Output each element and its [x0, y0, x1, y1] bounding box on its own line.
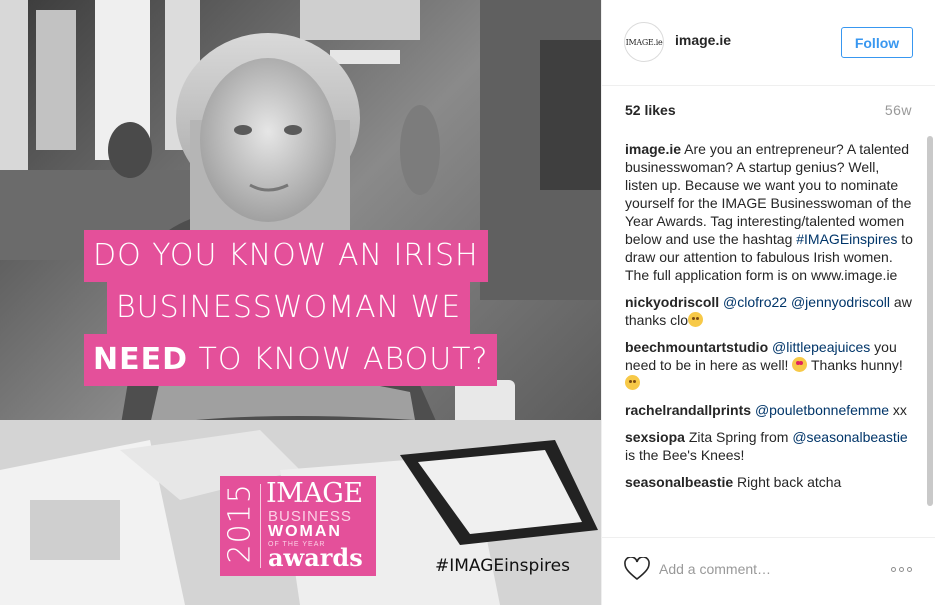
username-link[interactable]: image.ie — [675, 32, 731, 48]
comment-mention[interactable]: @clofro22 — [723, 294, 787, 310]
list-item: rachelrandallprints @pouletbonnefemme xx — [625, 401, 915, 419]
comment-mention[interactable]: @jennyodriscoll — [791, 294, 890, 310]
comment-username[interactable]: beechmountartstudio — [625, 339, 768, 355]
comment-input[interactable] — [659, 558, 879, 580]
post-image[interactable]: DO YOU KNOW AN IRISH BUSINESSWOMAN WE NE… — [0, 0, 601, 605]
award-woman: WOMAN — [268, 523, 342, 540]
image-hashtag: #IMAGEinspires — [435, 556, 570, 576]
comment-text: Zita Spring from — [684, 429, 789, 445]
heart-eyes-icon — [792, 357, 808, 372]
comment-footer — [602, 537, 935, 605]
comment-mention[interactable]: @pouletbonnefemme — [755, 402, 889, 418]
scrollbar-thumb[interactable] — [927, 136, 933, 506]
banner-strong-word: NEED — [93, 342, 188, 377]
comment-text: xx — [892, 402, 907, 418]
kissing-face-icon — [688, 312, 704, 327]
caption-hashtag[interactable]: #IMAGEinspires — [796, 231, 897, 247]
award-year: 2015 — [222, 483, 258, 564]
list-item: sexsiopa Zita Spring from @seasonalbeast… — [625, 428, 915, 464]
banner-line-3-rest: TO KNOW ABOUT? — [188, 342, 489, 377]
list-item: nickyodriscoll @clofro22 @jennyodriscoll… — [625, 293, 915, 329]
banner-line-1: DO YOU KNOW AN IRISH — [84, 230, 488, 282]
award-logo: 2015 IMAGE BUSINESS WOMAN OF THE YEAR aw… — [220, 476, 376, 576]
comment-text-2: Thanks hunny! — [810, 357, 903, 373]
avatar-logo-text: IMAGE.ie — [625, 37, 663, 47]
comment-mention[interactable]: @seasonalbeastie — [792, 429, 907, 445]
more-options-icon[interactable] — [887, 560, 915, 578]
likes-count[interactable]: 52 likes — [625, 102, 676, 118]
award-brand: IMAGE — [266, 478, 363, 509]
comments-list[interactable]: image.ie Are you an entrepreneur? A tale… — [625, 140, 915, 536]
dot — [898, 566, 904, 572]
caption: image.ie Are you an entrepreneur? A tale… — [625, 140, 915, 284]
comment-text: Right back atcha — [733, 474, 842, 490]
banner-line-3: NEED TO KNOW ABOUT? — [84, 334, 498, 386]
comment-username[interactable]: seasonalbeastie — [625, 474, 733, 490]
banner-line-2: BUSINESSWOMAN WE — [107, 282, 471, 334]
post-header: IMAGE.ie image.ie Follow — [602, 0, 935, 86]
comments-scrollbar[interactable] — [927, 136, 933, 536]
award-business: BUSINESS — [268, 508, 352, 525]
avatar[interactable]: IMAGE.ie — [624, 22, 664, 62]
comment-username[interactable]: sexsiopa — [625, 429, 685, 445]
post-time[interactable]: 56w — [885, 102, 912, 118]
list-item: seasonalbeastie Right back atcha — [625, 473, 915, 491]
comment-text-2: is the Bee's Knees! — [625, 447, 745, 463]
heart-icon[interactable] — [624, 557, 650, 581]
follow-button[interactable]: Follow — [841, 27, 913, 58]
dot — [906, 566, 912, 572]
post-side-panel: IMAGE.ie image.ie Follow 52 likes 56w im… — [601, 0, 935, 605]
kissing-closed-eyes-icon — [625, 375, 640, 390]
comment-username[interactable]: rachelrandallprints — [625, 402, 751, 418]
dot — [890, 566, 896, 572]
list-item: beechmountartstudio @littlepeajuices you… — [625, 338, 915, 392]
caption-username[interactable]: image.ie — [625, 141, 681, 157]
award-awards: awards — [268, 543, 363, 572]
comment-username[interactable]: nickyodriscoll — [625, 294, 719, 310]
comment-mention[interactable]: @littlepeajuices — [772, 339, 870, 355]
award-divider — [260, 484, 261, 568]
